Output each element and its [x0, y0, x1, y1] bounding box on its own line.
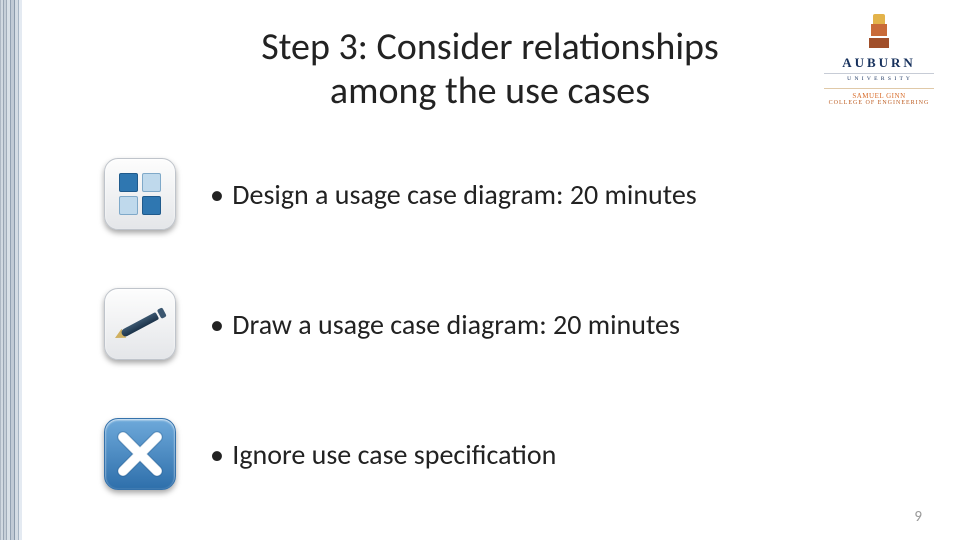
pen-icon — [104, 288, 176, 360]
college-line-2: COLLEGE OF ENGINEERING — [824, 100, 934, 106]
college-name: SAMUEL GINN COLLEGE OF ENGINEERING — [824, 88, 934, 106]
bullet-row-2: Draw a usage case diagram: 20 minutes — [104, 288, 900, 360]
college-line-1: SAMUEL GINN — [824, 92, 934, 100]
university-name: AUBURN — [824, 55, 934, 71]
bullet-row-1: Design a usage case diagram: 20 minutes — [104, 158, 900, 230]
title-line-1: Step 3: Consider relationships — [261, 24, 718, 70]
university-sub: U N I V E R S I T Y — [824, 73, 934, 82]
x-icon — [104, 418, 176, 490]
tower-icon — [869, 14, 889, 48]
bullet-text-3: Ignore use case specification — [216, 437, 556, 472]
slide-title: Step 3: Consider relationships among the… — [190, 26, 790, 113]
bullet-row-3: Ignore use case specification — [104, 418, 900, 490]
grid-icon — [104, 158, 176, 230]
decorative-left-strip — [0, 0, 22, 540]
bullet-text-1: Design a usage case diagram: 20 minutes — [216, 177, 697, 212]
bullet-text-2: Draw a usage case diagram: 20 minutes — [216, 307, 680, 342]
title-line-2: among the use cases — [330, 68, 650, 114]
page-number: 9 — [914, 508, 922, 526]
auburn-logo: AUBURN U N I V E R S I T Y SAMUEL GINN C… — [824, 14, 934, 106]
